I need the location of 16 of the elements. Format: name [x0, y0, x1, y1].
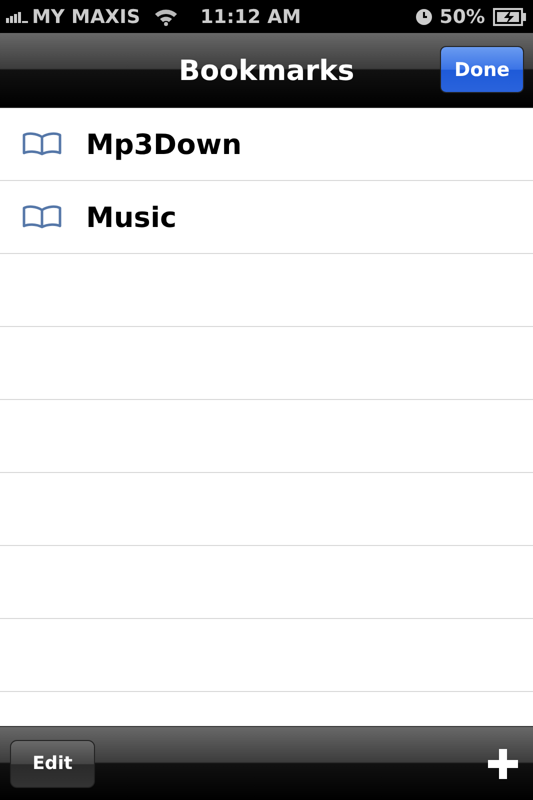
battery-percent: 50%	[440, 6, 485, 28]
signal-icon	[6, 10, 28, 22]
bookmark-title: Mp3Down	[86, 128, 242, 160]
wifi-icon	[154, 8, 178, 26]
bookmark-title: Music	[86, 200, 177, 234]
carrier-name: MY MAXIS	[32, 6, 140, 28]
edit-button[interactable]: Edit	[10, 740, 95, 788]
clock-time: 11:12 AM	[200, 6, 302, 28]
bookmark-row[interactable]: Mp3Down	[0, 108, 533, 181]
book-icon	[22, 132, 62, 156]
book-icon	[22, 205, 62, 229]
nav-title: Bookmarks	[178, 54, 354, 86]
add-icon[interactable]	[487, 748, 519, 780]
battery-charging-icon	[493, 8, 527, 26]
done-button[interactable]: Done	[440, 46, 524, 93]
alarm-clock-icon	[416, 8, 432, 24]
